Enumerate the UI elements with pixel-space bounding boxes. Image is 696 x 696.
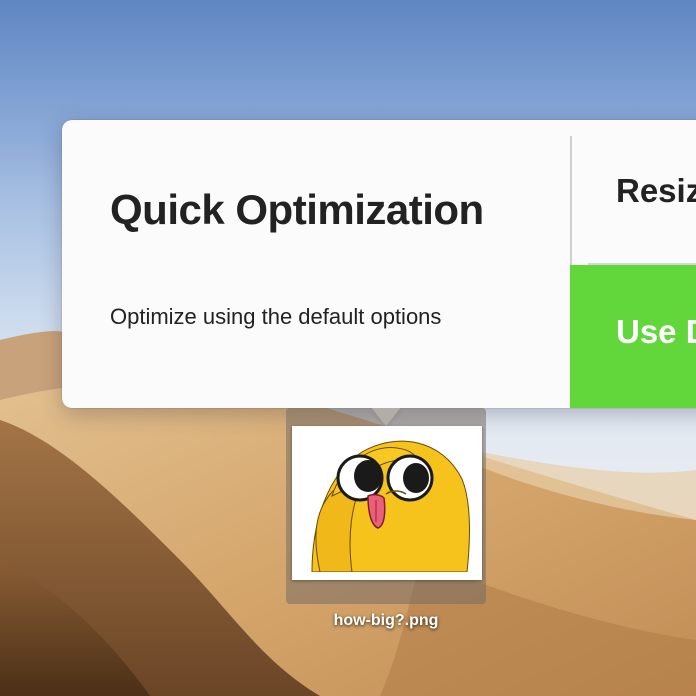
resize-option[interactable]: Resize [572,120,696,263]
use-default-label: Use D [616,313,696,350]
quick-optimization-description: Optimize using the default options [110,304,442,329]
jake-the-dog-thumbnail-icon [302,434,472,572]
file-name-label[interactable]: how-big?.png [286,612,486,630]
resize-label: Resize [616,172,696,209]
quick-optimization-title: Quick Optimization [110,186,484,233]
quick-optimization-option[interactable]: Quick Optimization Optimize using the de… [62,120,570,408]
resize-separator [588,263,696,265]
use-default-button[interactable]: Use D [570,265,696,408]
